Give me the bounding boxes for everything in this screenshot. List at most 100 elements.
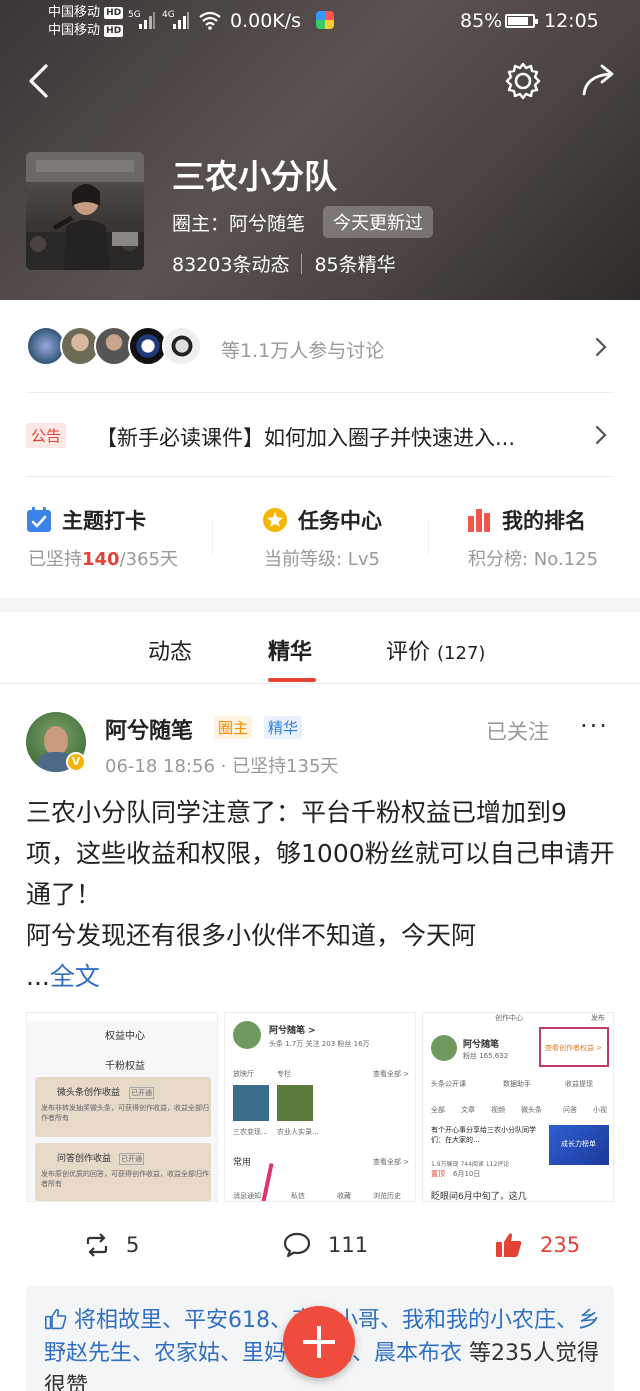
thumb3-banner: 成长力榜单 xyxy=(561,1140,596,1148)
thumb3-art1: 有个开心事分享给三农小分队同学们：在大家的... xyxy=(431,1126,536,1144)
thumb3-q1: 头条公开课 xyxy=(431,1080,466,1088)
share-icon[interactable] xyxy=(576,58,622,104)
thumb2-name: 阿兮随笔 > xyxy=(269,1026,316,1036)
comment-button[interactable]: 111 xyxy=(282,1228,368,1262)
group-avatar[interactable] xyxy=(26,152,144,270)
more-options-icon[interactable]: ··· xyxy=(580,712,609,740)
notice-row[interactable]: 公告 【新手必读课件】如何加入圈子并快速进入... xyxy=(26,418,614,458)
thumb1-title: 权益中心 xyxy=(105,1031,145,1042)
post-body[interactable]: 三农小分队同学注意了：平台千粉权益已增加到9项，这些收益和权限，够1000粉丝就… xyxy=(26,792,616,956)
thumb3-btn: 查看创作者权益 > xyxy=(545,1044,603,1052)
thumb3-tab: 文章 xyxy=(461,1106,475,1114)
thumb2-nav3: 收藏 xyxy=(337,1192,351,1200)
card-divider xyxy=(428,520,429,554)
add-post-fab-plus-icon[interactable] xyxy=(283,1306,355,1378)
post-images: 权益中心 千粉权益 微头条创作收益 已开通 发布非转发抽奖微头条，可获得创作收益… xyxy=(26,1012,614,1202)
thumb1-item2-desc: 发布原创优质的回答，可获得创作收益，收益全部归作者所有 xyxy=(41,1170,209,1188)
app-notification-icon xyxy=(316,11,334,29)
tab-bar: 动态 精华 评价 (127) xyxy=(0,612,640,684)
stats-divider xyxy=(301,253,303,274)
battery-fill xyxy=(508,17,528,25)
thumb3-pub: 发布 xyxy=(591,1014,605,1022)
thumb2-tab2: 专栏 xyxy=(277,1070,291,1078)
thumb2-stats: 头条 1.7万 关注 203 粉丝 16万 xyxy=(269,1040,370,1048)
verified-badge-icon: V xyxy=(66,752,86,772)
repost-count: 5 xyxy=(126,1233,140,1257)
card-title: 主题打卡 xyxy=(62,509,146,533)
thumbs-up-outline-icon xyxy=(45,1309,67,1330)
post-image-2[interactable]: 阿兮随笔 > 头条 1.7万 关注 203 粉丝 16万 放映厅 专栏 查看全部… xyxy=(224,1012,416,1202)
owner-label[interactable]: 圈主：阿兮随笔 xyxy=(172,209,305,236)
thumb2-nav2: 私信 xyxy=(291,1192,305,1200)
carrier-1: 中国移动 xyxy=(48,5,101,20)
group-stats: 83203条动态 85条精华 xyxy=(172,250,396,277)
card-divider xyxy=(212,520,213,554)
post-meta: 06-18 18:56 · 已坚持135天 xyxy=(105,756,339,777)
thumbs-up-icon xyxy=(496,1233,522,1257)
thumb1-item2: 问答创作收益 xyxy=(57,1154,112,1164)
star-badge-icon xyxy=(263,508,287,532)
thumb3-art1-meta: 1.9万展现 744阅读 112评论 xyxy=(431,1161,510,1168)
carrier-info: 中国移动 HD 中国移动 HD xyxy=(48,4,124,40)
calendar-check-icon xyxy=(27,507,51,532)
like-button[interactable]: 235 xyxy=(494,1228,580,1262)
essence-count: 85条精华 xyxy=(314,254,396,276)
tab-essence[interactable]: 精华 xyxy=(268,634,312,666)
thumb2-nav4: 浏览历史 xyxy=(373,1192,401,1200)
thumb3-fans: 粉丝 165,632 xyxy=(463,1052,509,1060)
divider xyxy=(26,392,614,393)
chevron-right-icon xyxy=(595,425,607,445)
post-image-3[interactable]: 创作中心 发布 阿兮随笔 粉丝 165,632 查看创作者权益 > 头条公开课 … xyxy=(422,1012,614,1202)
tab-feed[interactable]: 动态 xyxy=(148,634,192,666)
tab-reviews[interactable]: 评价 (127) xyxy=(386,634,485,666)
updated-badge: 今天更新过 xyxy=(323,206,434,238)
settings-gear-icon[interactable] xyxy=(500,58,546,104)
thumb1-item1: 微头条创作收益 xyxy=(57,1088,121,1098)
thumb3-q2: 数据助手 xyxy=(503,1080,531,1088)
battery-icon xyxy=(505,14,538,28)
active-tab-indicator xyxy=(268,678,316,682)
notice-tag: 公告 xyxy=(26,423,67,448)
thumb2-more2: 查看全部 > xyxy=(373,1158,410,1166)
post-author[interactable]: 阿兮随笔 xyxy=(105,713,193,745)
section-gap xyxy=(0,598,640,612)
likers-names-hidden: 农家 xyxy=(154,1341,199,1366)
card-checkin[interactable]: 主题打卡 已坚持140/365天 xyxy=(26,505,226,575)
back-icon[interactable] xyxy=(16,58,62,104)
thumb3-tab: 微头条 xyxy=(521,1106,542,1114)
wifi-icon xyxy=(199,11,221,30)
comment-icon xyxy=(283,1232,311,1258)
repost-button[interactable]: 5 xyxy=(84,1228,139,1262)
owner-row: 圈主：阿兮随笔 今天更新过 xyxy=(172,206,434,238)
thumb3-tab: 问答 xyxy=(563,1106,577,1114)
post-body-text-2: 阿兮发现还有很多小伙伴不知道，今天阿 xyxy=(26,921,477,950)
hd-badge-2: HD xyxy=(104,25,124,37)
thumb3-art2: 眨眼间6月中旬了，这几 xyxy=(431,1192,527,1202)
card-ranking[interactable]: 我的排名 积分榜: No.125 xyxy=(466,505,640,575)
group-header: 中国移动 HD 中国移动 HD 5G 4G 0.00K/s 85% 12:05 … xyxy=(0,0,640,300)
thumb2-tab1: 放映厅 xyxy=(233,1070,254,1078)
thumb1-section: 千粉权益 xyxy=(105,1061,145,1072)
fulltext-link[interactable]: 全文 xyxy=(50,962,100,991)
card-sub-prefix: 已坚持 xyxy=(28,549,82,570)
notice-text: 【新手必读课件】如何加入圈子并快速进入... xyxy=(96,426,516,450)
hd-badge: HD xyxy=(104,7,124,19)
chevron-right-icon xyxy=(595,337,607,357)
card-tasks[interactable]: 任务中心 当前等级: Lv5 xyxy=(262,505,462,575)
participants-row[interactable]: 等1.1万人参与讨论 xyxy=(26,326,614,368)
divider xyxy=(26,476,614,477)
tab-reviews-label: 评价 xyxy=(386,640,431,665)
network-speed: 0.00K/s xyxy=(230,10,302,32)
post-image-1[interactable]: 权益中心 千粉权益 微头条创作收益 已开通 发布非转发抽奖微头条，可获得创作收益… xyxy=(26,1012,218,1202)
signal-icon-2 xyxy=(173,12,189,29)
posts-count: 83203条动态 xyxy=(172,254,290,276)
thumb3-name: 阿兮随笔 xyxy=(463,1040,500,1050)
follow-button[interactable]: 已关注 xyxy=(486,716,549,746)
group-avatar-photo xyxy=(26,152,144,270)
essence-tag: 精华 xyxy=(264,716,303,739)
card-subtitle: 已坚持140/365天 xyxy=(28,545,178,571)
card-sub-suffix: /365天 xyxy=(119,549,178,570)
thumb3-tab: 小视 xyxy=(593,1106,607,1114)
card-subtitle: 积分榜: No.125 xyxy=(468,549,599,570)
tab-reviews-count: (127) xyxy=(437,643,486,664)
